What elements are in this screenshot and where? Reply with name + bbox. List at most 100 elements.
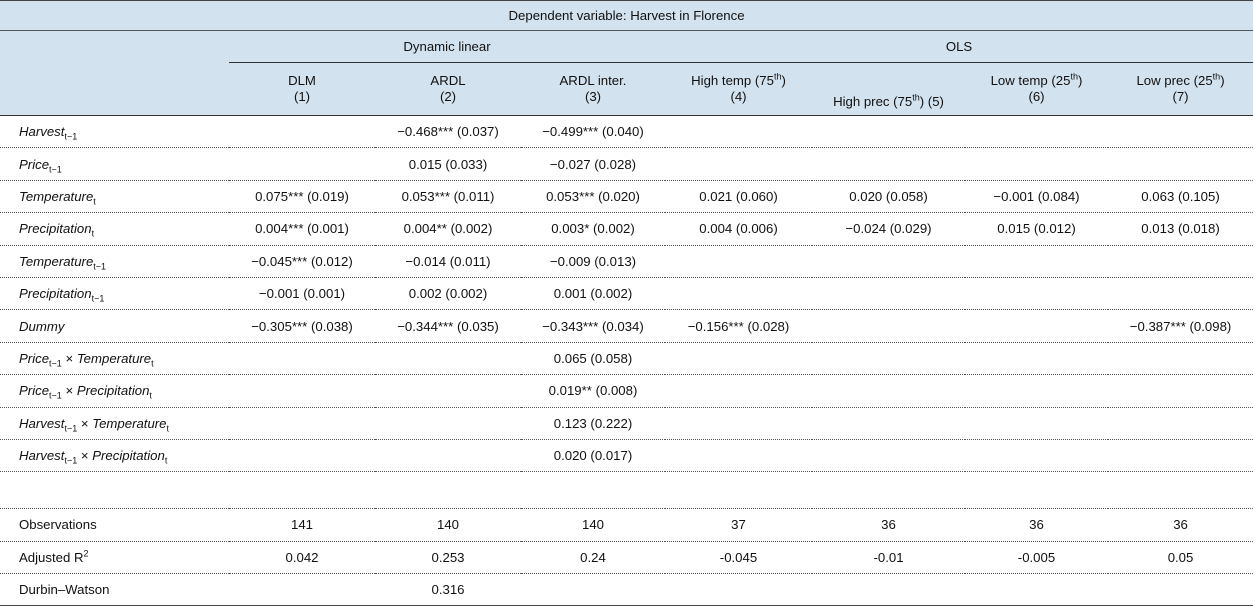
table-row: Dummy −0.305*** (0.038) −0.344*** (0.035) −…: [0, 309, 1253, 343]
table-row: Pricet−1 × Temperaturet 0.065 (0.058): [0, 342, 1253, 376]
col-header-7: Low prec (25th) (7): [1108, 62, 1253, 116]
coef-cell: [812, 245, 965, 278]
table-row: Pricet−1 0.015 (0.033) −0.027 (0.028): [0, 147, 1253, 181]
coef-cell: [965, 115, 1108, 149]
coef-cell: 0.020 (0.017): [521, 439, 665, 473]
stat-cell: 140: [375, 508, 521, 542]
coef-cell: −0.001 (0.084): [965, 180, 1108, 214]
stat-cell: 36: [1108, 508, 1253, 542]
group-dynamic-linear: Dynamic linear: [229, 30, 665, 63]
dependent-variable-row: Dependent variable: Harvest in Florence: [0, 0, 1253, 31]
coef-cell: 0.019** (0.008): [521, 374, 665, 408]
coef-cell: [375, 439, 521, 473]
dependent-variable-label: Dependent variable: Harvest in Florence: [0, 0, 1253, 31]
coef-cell: [965, 309, 1108, 343]
coef-cell: −0.014 (0.011): [375, 245, 521, 278]
coef-cell: [1108, 374, 1253, 408]
coef-cell: −0.344*** (0.035): [375, 309, 521, 343]
coef-cell: [229, 115, 375, 149]
stat-cell: 0.316: [375, 573, 521, 606]
coef-cell: [229, 342, 375, 376]
coef-cell: 0.004 (0.006): [665, 212, 812, 246]
coef-cell: 0.053*** (0.020): [521, 180, 665, 214]
coef-cell: 0.004*** (0.001): [229, 212, 375, 246]
coef-cell: [1108, 439, 1253, 473]
coef-cell: 0.002 (0.002): [375, 277, 521, 311]
coef-cell: [812, 277, 965, 311]
coef-cell: 0.015 (0.012): [965, 212, 1108, 246]
coef-cell: [812, 342, 965, 376]
coef-cell: 0.021 (0.060): [665, 180, 812, 214]
spacer-row: [0, 471, 1253, 510]
table-row: Harvestt−1 × Precipitationt 0.020 (0.017): [0, 439, 1253, 473]
coef-cell: [965, 439, 1108, 473]
coef-cell: −0.045*** (0.012): [229, 245, 375, 278]
table-row: Harvestt−1 −0.468*** (0.037) −0.499*** (0.…: [0, 115, 1253, 149]
coef-cell: [375, 407, 521, 440]
coef-cell: −0.468*** (0.037): [375, 115, 521, 149]
row-label: Dummy: [0, 309, 229, 343]
stat-cell: 36: [812, 508, 965, 542]
coef-cell: [1108, 407, 1253, 440]
stat-cell: [965, 573, 1108, 606]
column-header-row: DLM (1) ARDL (2) ARDL inter. (3) High temp …: [0, 62, 1253, 116]
coef-cell: [665, 342, 812, 376]
top-rule: [0, 0, 1253, 1]
coef-cell: 0.003* (0.002): [521, 212, 665, 246]
table-row: Pricet−1 × Precipitationt 0.019** (0.008): [0, 374, 1253, 408]
coef-cell: 0.075*** (0.019): [229, 180, 375, 214]
coef-cell: [665, 277, 812, 311]
row-label: Pricet−1: [0, 147, 229, 181]
coef-cell: [665, 407, 812, 440]
coef-cell: 0.004** (0.002): [375, 212, 521, 246]
stat-cell: -0.01: [812, 541, 965, 575]
row-label: Precipitationt−1: [0, 277, 229, 311]
regression-table: Dependent variable: Harvest in Florence …: [0, 0, 1253, 606]
coef-cell: −0.027 (0.028): [521, 147, 665, 181]
table-row: Observations 141 140 140 37 36 36 36: [0, 508, 1253, 542]
coef-cell: [1108, 115, 1253, 149]
coef-cell: −0.156*** (0.028): [665, 309, 812, 343]
coef-cell: [665, 439, 812, 473]
coef-cell: [965, 342, 1108, 376]
stat-cell: [812, 573, 965, 606]
row-label: Harvestt−1 × Temperaturet: [0, 407, 229, 440]
stat-cell: 37: [665, 508, 812, 542]
group-header-row: Dynamic linear OLS: [0, 30, 1253, 63]
stat-label: Durbin–Watson: [0, 573, 229, 606]
coef-cell: 0.065 (0.058): [521, 342, 665, 376]
stat-cell: 141: [229, 508, 375, 542]
coef-cell: −0.024 (0.029): [812, 212, 965, 246]
row-label: Pricet−1 × Temperaturet: [0, 342, 229, 376]
coef-cell: [965, 277, 1108, 311]
stat-cell: [1108, 573, 1253, 606]
stat-cell: [521, 573, 665, 606]
coef-cell: [965, 407, 1108, 440]
coef-cell: −0.305*** (0.038): [229, 309, 375, 343]
row-label: Harvestt−1: [0, 115, 229, 149]
coef-cell: [965, 147, 1108, 181]
coef-cell: [375, 342, 521, 376]
coef-cell: [812, 439, 965, 473]
coef-cell: [665, 147, 812, 181]
coef-cell: [812, 309, 965, 343]
coef-cell: −0.387*** (0.098): [1108, 309, 1253, 343]
table-row: Precipitationt 0.004*** (0.001) 0.004** (0…: [0, 212, 1253, 246]
coef-cell: [229, 439, 375, 473]
row-label: Temperaturet−1: [0, 245, 229, 278]
coef-cell: 0.063 (0.105): [1108, 180, 1253, 214]
coef-cell: [965, 245, 1108, 278]
coef-cell: [229, 407, 375, 440]
table-row: Temperaturet 0.075*** (0.019) 0.053*** (0.…: [0, 180, 1253, 214]
stat-cell: 0.042: [229, 541, 375, 575]
table-row: Temperaturet−1 −0.045*** (0.012) −0.014 (0…: [0, 245, 1253, 278]
col-header-1: DLM (1): [229, 62, 375, 116]
col-header-6: Low temp (25th) (6): [965, 62, 1108, 116]
coef-cell: [375, 374, 521, 408]
stat-cell: 0.05: [1108, 541, 1253, 575]
stat-cell: -0.005: [965, 541, 1108, 575]
coef-cell: 0.020 (0.058): [812, 180, 965, 214]
group-ols: OLS: [665, 30, 1253, 63]
coef-cell: [812, 147, 965, 181]
coef-cell: [229, 374, 375, 408]
